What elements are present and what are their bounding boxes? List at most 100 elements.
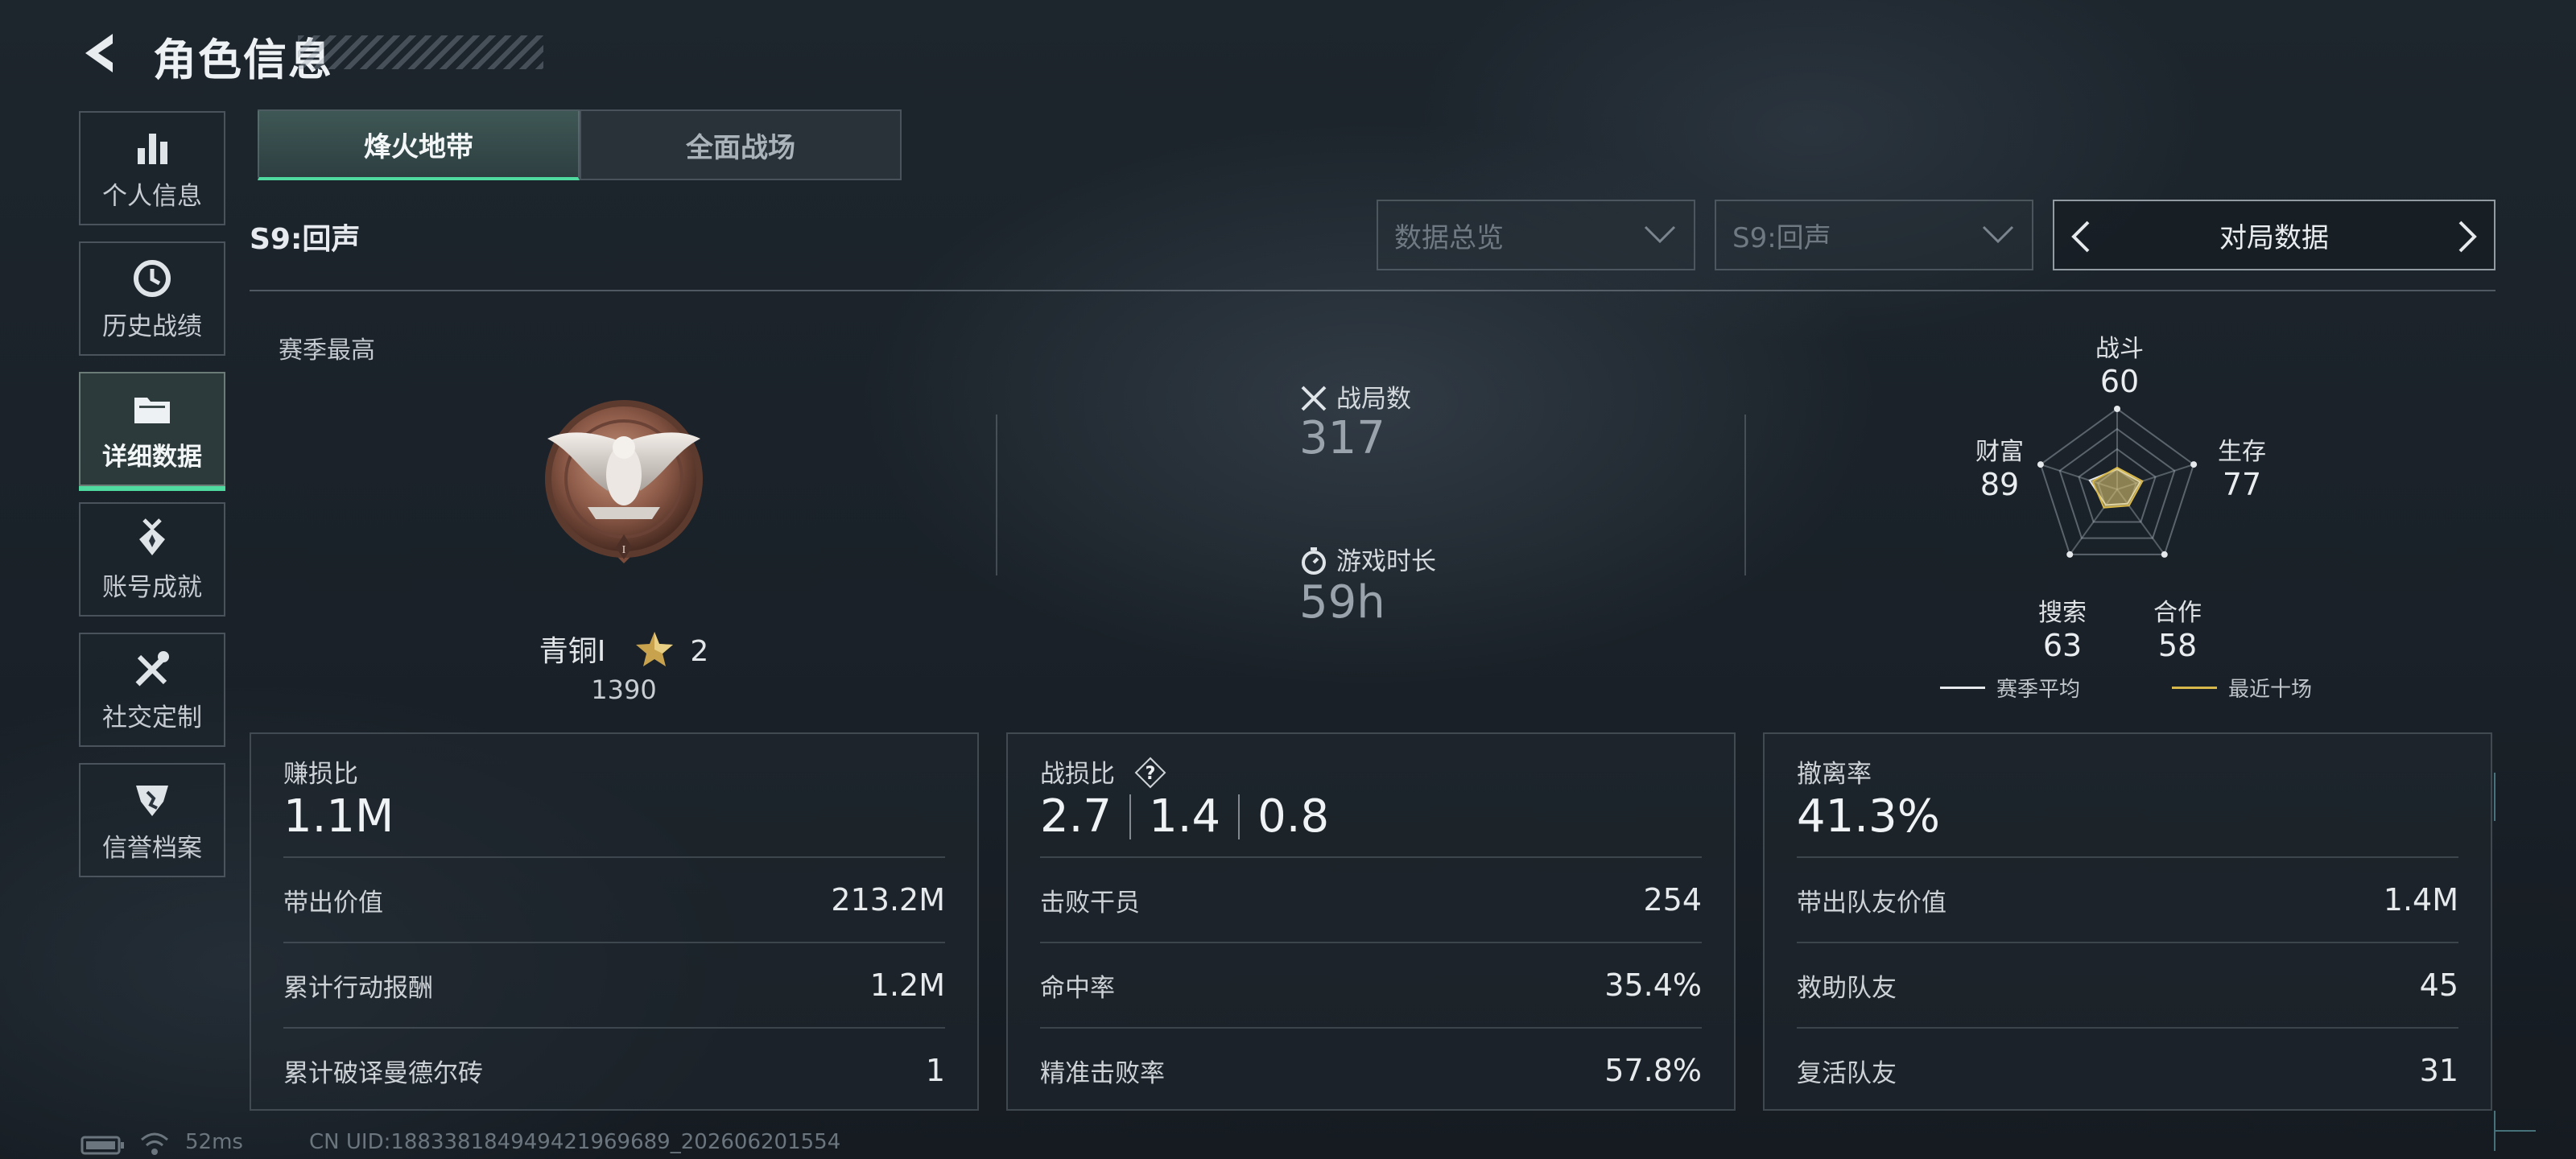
season-dropdown[interactable]: S9:回声 [1715, 200, 2033, 270]
folder-icon [134, 397, 170, 423]
decoration [2496, 1130, 2536, 1132]
section-divider [1744, 415, 1746, 575]
tab-beacon-zone[interactable]: 烽火地带 [258, 109, 580, 180]
play-time-label: 游戏时长 [1336, 547, 1436, 576]
table-row: 累计破译曼德尔砖 1 [283, 1027, 945, 1112]
sidebar-item-reputation[interactable]: 信誉档案 [79, 763, 225, 877]
row-value: 1 [925, 1053, 945, 1088]
ratio-value: 0.8 [1257, 790, 1330, 843]
shield-icon [136, 785, 168, 816]
help-icon[interactable]: ? [1134, 757, 1166, 789]
row-label: 命中率 [1040, 973, 1115, 1003]
combat-card: 战损比 ? 2.7 1.4 0.8 击败干员 254 命中率 35.4% 精准击败率… [1006, 732, 1736, 1111]
table-row: 带出价值 213.2M [283, 856, 945, 942]
back-arrow-icon[interactable] [77, 29, 126, 77]
separator [1238, 794, 1241, 839]
rank-name: 青铜I [539, 635, 606, 668]
radar-value-combat: 60 [2099, 364, 2140, 399]
table-row: 累计行动报酬 1.2M [283, 942, 945, 1027]
stopwatch-icon [1302, 547, 1326, 575]
wifi-icon [141, 1132, 168, 1155]
ping-value: 52ms [185, 1130, 243, 1154]
decoration [2494, 773, 2496, 821]
medal-icon [139, 518, 165, 555]
card-title: 赚损比 [283, 760, 358, 789]
radar-value-search: 63 [2042, 628, 2083, 663]
divider [250, 290, 2496, 291]
profit-card: 赚损比 1.1M 带出价值 213.2M 累计行动报酬 1.2M 累计破译曼德尔砖 1 [250, 732, 979, 1111]
legend-swatch [1940, 687, 1985, 689]
row-label: 精准击败率 [1040, 1058, 1165, 1088]
card-title: 战损比 [1040, 760, 1115, 789]
sidebar-item-label: 社交定制 [102, 703, 202, 732]
chevron-right-icon[interactable] [2450, 219, 2483, 254]
sidebar-item-personal-info[interactable]: 个人信息 [79, 111, 225, 225]
radar-value-cooperation: 58 [2157, 628, 2198, 663]
ratio-value: 1.4 [1149, 790, 1221, 843]
legend-label: 赛季平均 [1996, 678, 2081, 702]
row-value: 1.2M [869, 967, 945, 1003]
play-time-label-row: 游戏时长 [1299, 541, 1436, 577]
bar-chart-icon [138, 133, 167, 164]
play-time-value: 59h [1299, 576, 1385, 629]
extraction-card: 撤离率 41.3% 带出队友价值 1.4M 救助队友 45 复活队友 31 [1763, 732, 2492, 1111]
row-label: 带出价值 [283, 888, 383, 918]
row-value: 213.2M [831, 882, 945, 918]
row-label: 救助队友 [1797, 973, 1897, 1003]
rank-stars: 2 [690, 635, 709, 668]
radar-axis-dot [2066, 551, 2074, 558]
battery-icon [80, 1136, 124, 1155]
tools-icon [135, 650, 169, 686]
sidebar-item-label: 个人信息 [102, 181, 202, 211]
row-value: 31 [2419, 1053, 2458, 1088]
matches-value: 317 [1299, 412, 1385, 464]
row-label: 复活队友 [1797, 1058, 1897, 1088]
svg-text:I: I [622, 544, 626, 556]
data-overview-dropdown[interactable]: 数据总览 [1377, 200, 1695, 270]
chevron-left-icon[interactable] [2066, 219, 2098, 254]
card-value: 41.3% [1797, 790, 1940, 843]
tab-full-battlefield[interactable]: 全面战场 [580, 109, 902, 180]
sidebar-item-label: 历史战绩 [102, 311, 202, 341]
sidebar-item-social[interactable]: 社交定制 [79, 633, 225, 747]
legend-swatch [2172, 687, 2217, 689]
match-data-navigator: 对局数据 [2053, 200, 2496, 270]
matches-label: 战局数 [1336, 385, 1411, 414]
table-row: 命中率 35.4% [1040, 942, 1702, 1027]
ratio-value: 2.7 [1040, 790, 1113, 843]
row-label: 带出队友价值 [1797, 888, 1946, 918]
sidebar-item-label: 信誉档案 [102, 833, 202, 863]
row-label: 击败干员 [1040, 888, 1140, 918]
card-title: 撤离率 [1797, 760, 1872, 789]
recent-ten-area [2091, 466, 2144, 509]
season-peak-label: 赛季最高 [279, 336, 375, 365]
legend-season-average: 赛季平均 [1940, 673, 2080, 703]
chevron-down-icon [1982, 225, 2014, 244]
row-value: 45 [2419, 967, 2458, 1003]
radar-axis-dot [2114, 406, 2120, 412]
radar-axis-dot [2161, 551, 2168, 558]
sidebar-item-history[interactable]: 历史战绩 [79, 241, 225, 356]
sidebar-item-label: 账号成就 [102, 572, 202, 602]
matches-label-row: 战局数 [1299, 378, 1411, 415]
radar-label-search: 搜索 [2038, 599, 2087, 627]
section-divider [996, 415, 997, 575]
dropdown-value: S9:回声 [1732, 221, 1831, 254]
radar-value-wealth: 89 [1979, 467, 2020, 502]
table-row: 复活队友 31 [1797, 1027, 2458, 1112]
row-value: 254 [1643, 882, 1702, 918]
separator [1129, 794, 1132, 839]
table-row: 击败干员 254 [1040, 856, 1702, 942]
dropdown-value: 数据总览 [1394, 221, 1504, 254]
sidebar-item-achievements[interactable]: 账号成就 [79, 502, 225, 617]
bronze-rank-badge-icon: I [545, 400, 703, 563]
crossed-swords-icon [1301, 386, 1327, 411]
row-value: 35.4% [1604, 967, 1702, 1003]
season-label: S9:回声 [250, 223, 361, 256]
radar-label-wealth: 财富 [1975, 438, 2024, 466]
sidebar-item-detailed-data[interactable]: 详细数据 [79, 372, 225, 491]
table-row: 精准击败率 57.8% [1040, 1027, 1702, 1112]
row-value: 1.4M [2383, 882, 2458, 918]
table-row: 带出队友价值 1.4M [1797, 856, 2458, 942]
radar-value-survival: 77 [2222, 467, 2262, 502]
